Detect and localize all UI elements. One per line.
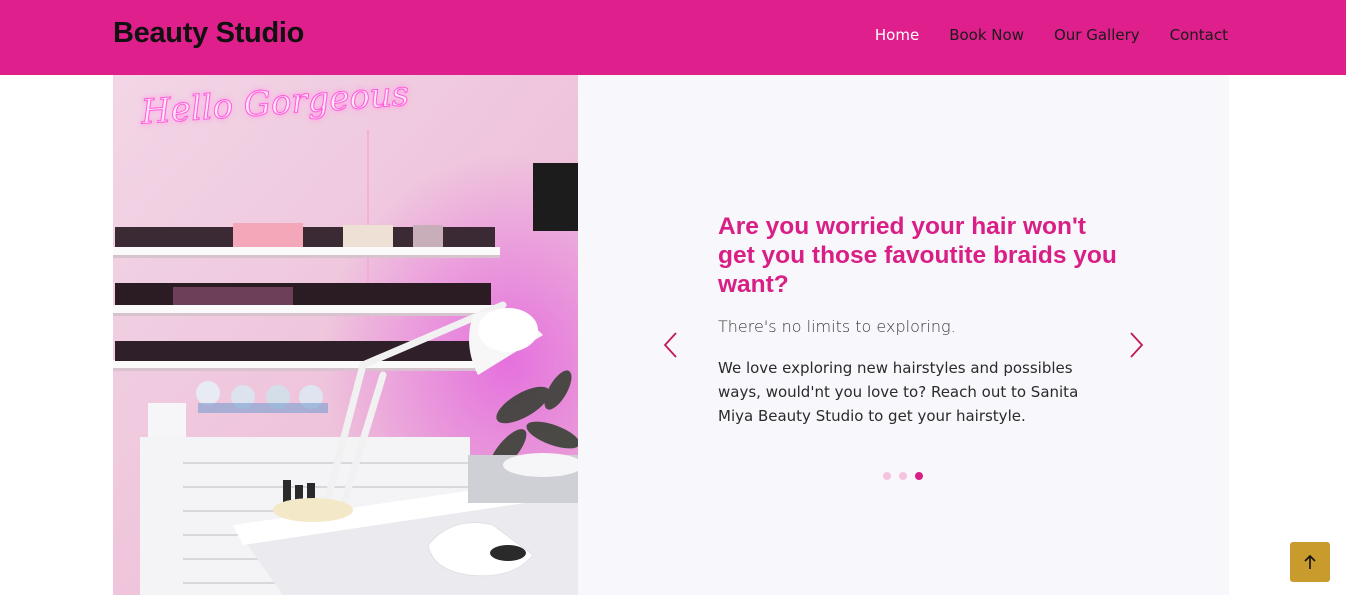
slide-heading: Are you worried your hair won't get you … — [718, 213, 1117, 298]
carousel-dot-active[interactable] — [915, 472, 923, 480]
nav-item-book-now[interactable]: Book Now — [949, 26, 1024, 44]
carousel-dot[interactable] — [899, 472, 907, 480]
brand-logo[interactable]: Beauty Studio — [113, 17, 304, 50]
carousel-prev-button[interactable] — [660, 331, 684, 359]
hero-carousel: Are you worried your hair won't get you … — [578, 75, 1229, 595]
navbar: Beauty Studio Home Book Now Our Gallery … — [0, 0, 1346, 75]
shelf-bottom — [113, 360, 485, 371]
salon-photo: Hello Gorgeous — [113, 75, 578, 595]
shelf-top — [113, 247, 500, 258]
scroll-to-top-button[interactable] — [1290, 542, 1330, 582]
slide-description: We love exploring new hairstyles and pos… — [718, 359, 1079, 425]
carousel-indicators — [883, 472, 923, 480]
nav-item-home[interactable]: Home — [875, 26, 919, 44]
nav-menu: Home Book Now Our Gallery Contact — [845, 26, 1228, 44]
arrow-up-icon — [1304, 554, 1316, 569]
slide-subtitle: There's no limits to exploring. — [718, 317, 956, 336]
shelf-middle — [113, 305, 493, 316]
nav-item-contact[interactable]: Contact — [1170, 26, 1228, 44]
carousel-next-button[interactable] — [1123, 331, 1147, 359]
chevron-right-icon — [1130, 332, 1144, 358]
carousel-dot[interactable] — [883, 472, 891, 480]
chevron-left-icon — [663, 332, 677, 358]
nav-item-our-gallery[interactable]: Our Gallery — [1054, 26, 1140, 44]
